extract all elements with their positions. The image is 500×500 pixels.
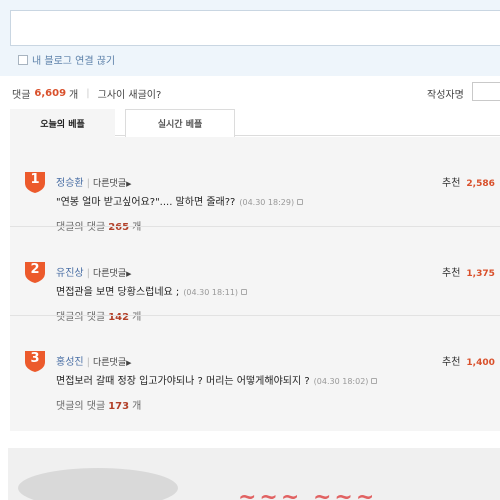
- comments-unit: 개: [69, 90, 79, 101]
- rank-badge: 2: [24, 260, 46, 284]
- disconnect-label[interactable]: 내 블로그 연결 끊기: [32, 52, 115, 67]
- caret-right-icon: ▶: [126, 180, 132, 188]
- blog-disconnect-option[interactable]: 내 블로그 연결 끊기: [18, 52, 115, 67]
- list-item: 1 정승환 | 다른댓글▶ 추천 2,586 "연봉 얼마 받고싶어요?".... 말…: [10, 137, 500, 233]
- comment-body: "연봉 얼마 받고싶어요?".... 말하면 줄래??: [56, 197, 236, 208]
- disconnect-checkbox[interactable]: [18, 54, 28, 65]
- best-comments-tabs: 오늘의 베플 실시간 베플: [10, 109, 500, 137]
- comment-body: 면접보러 갈때 정장 입고가야되나 ? 머리는 어떻게해야되지 ?: [56, 376, 310, 387]
- other-comments-link[interactable]: 다른댓글: [93, 179, 126, 189]
- comment-text: 면접보러 갈때 정장 입고가야되나 ? 머리는 어떻게해야되지 ? (04.30 …: [56, 372, 378, 387]
- report-icon[interactable]: [371, 378, 378, 384]
- recommend-label: 추천: [442, 178, 461, 189]
- tab-realtime-best[interactable]: 실시간 베플: [125, 109, 235, 137]
- author-filter-input[interactable]: [472, 82, 500, 101]
- replies-label: 댓글의 댓글: [56, 401, 106, 412]
- comment-author-line: 정승환 | 다른댓글▶: [56, 174, 132, 189]
- report-icon[interactable]: [241, 289, 248, 295]
- caret-right-icon: ▶: [126, 359, 132, 367]
- rank-number: 1: [30, 172, 40, 187]
- comment-author[interactable]: 유진상: [56, 268, 84, 279]
- recommend-count[interactable]: 추천 2,586: [442, 174, 495, 189]
- comments-label: 댓글: [12, 90, 31, 101]
- replies-unit: 개: [132, 401, 142, 412]
- comment-author[interactable]: 홍성진: [56, 357, 84, 368]
- recommend-number: 1,375: [466, 269, 495, 279]
- comments-count: 6,609: [34, 88, 67, 99]
- other-comments-link[interactable]: 다른댓글: [93, 269, 126, 279]
- comment-time: (04.30 18:29): [239, 198, 295, 207]
- banner-image: ~~~ ~~~: [8, 448, 500, 500]
- image-shadow: [18, 468, 178, 500]
- other-comments-link[interactable]: 다른댓글: [93, 358, 126, 368]
- comment-author[interactable]: 정승환: [56, 178, 84, 189]
- author-divider: |: [86, 357, 90, 368]
- report-icon[interactable]: [297, 199, 304, 205]
- stats-divider: |: [86, 88, 90, 99]
- comment-time: (04.30 18:02): [313, 377, 369, 386]
- recommend-number: 2,586: [466, 179, 495, 189]
- comment-form-area: 내 블로그 연결 끊기: [0, 0, 500, 76]
- list-item: 2 유진상 | 다른댓글▶ 추천 1,375 면접관을 보면 당황스럽네요 ; (04.…: [10, 226, 500, 323]
- recommend-label: 추천: [442, 268, 461, 279]
- best-comments-list: 1 정승환 | 다른댓글▶ 추천 2,586 "연봉 얼마 받고싶어요?".... 말…: [10, 137, 500, 431]
- recommend-label: 추천: [442, 357, 461, 368]
- author-divider: |: [86, 268, 90, 279]
- new-since-link[interactable]: 그사이 새글이?: [98, 86, 162, 101]
- replies-link[interactable]: 댓글의 댓글 173 개: [56, 397, 141, 412]
- recommend-count[interactable]: 추천 1,400: [442, 353, 495, 368]
- author-filter-label: 작성자명: [427, 90, 464, 101]
- comment-input[interactable]: [10, 10, 500, 46]
- comment-text: "연봉 얼마 받고싶어요?".... 말하면 줄래?? (04.30 18:29): [56, 193, 304, 208]
- replies-count: 173: [108, 401, 130, 412]
- comment-author-line: 홍성진 | 다른댓글▶: [56, 353, 132, 368]
- rank-number: 2: [30, 262, 40, 277]
- comment-body: 면접관을 보면 당황스럽네요 ;: [56, 287, 180, 298]
- comment-author-line: 유진상 | 다른댓글▶: [56, 264, 132, 279]
- comment-time: (04.30 18:11): [183, 288, 239, 297]
- recommend-count[interactable]: 추천 1,375: [442, 264, 495, 279]
- rank-badge: 3: [24, 349, 46, 373]
- rank-badge: 1: [24, 170, 46, 194]
- tab-today-best[interactable]: 오늘의 베플: [10, 109, 115, 137]
- list-item: 3 홍성진 | 다른댓글▶ 추천 1,400 면접보러 갈때 정장 입고가야되나 ? …: [10, 315, 500, 412]
- caret-right-icon: ▶: [126, 270, 132, 278]
- comment-text: 면접관을 보면 당황스럽네요 ; (04.30 18:11): [56, 283, 248, 298]
- comment-stats: 댓글 6,609 개 | 그사이 새글이?: [12, 86, 161, 101]
- handwritten-lettering: ~~~ ~~~: [238, 484, 378, 500]
- author-divider: |: [86, 178, 90, 189]
- recommend-number: 1,400: [466, 358, 495, 368]
- rank-number: 3: [30, 351, 40, 366]
